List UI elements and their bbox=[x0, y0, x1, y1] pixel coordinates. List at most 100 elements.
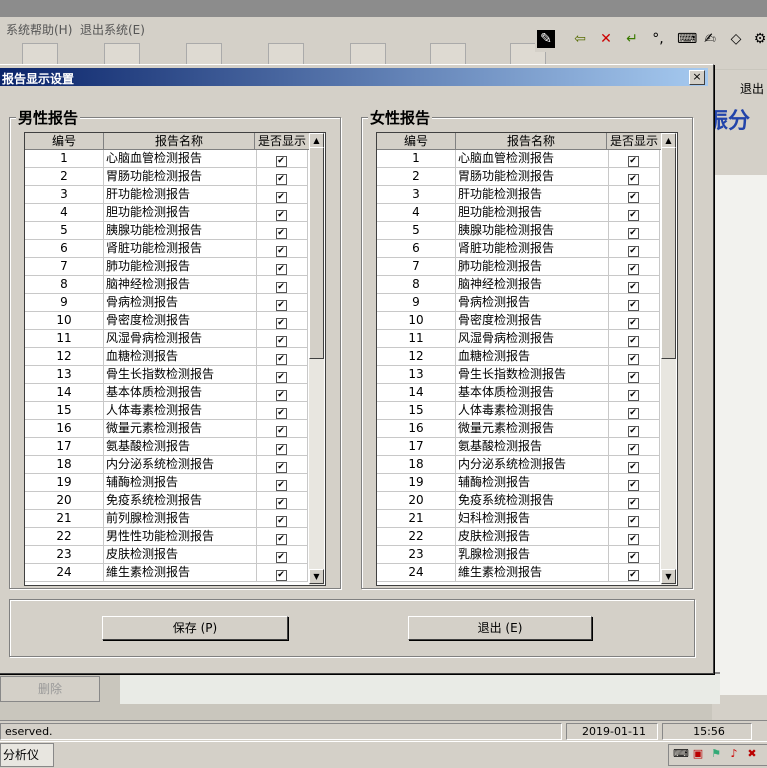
col-name[interactable]: 报告名称 bbox=[456, 133, 607, 150]
enter-icon[interactable]: ↵ bbox=[623, 30, 641, 48]
show-checkbox[interactable]: ✔ bbox=[275, 480, 287, 491]
col-name[interactable]: 报告名称 bbox=[104, 133, 255, 150]
table-row[interactable]: 22 男性性功能检测报告 ✔ bbox=[25, 528, 309, 546]
table-row[interactable]: 7 肺功能检测报告 ✔ bbox=[377, 258, 661, 276]
show-checkbox[interactable]: ✔ bbox=[275, 444, 287, 455]
show-checkbox[interactable]: ✔ bbox=[627, 336, 639, 347]
table-row[interactable]: 10 骨密度检测报告 ✔ bbox=[25, 312, 309, 330]
show-checkbox[interactable]: ✔ bbox=[275, 210, 287, 221]
show-checkbox[interactable]: ✔ bbox=[627, 174, 639, 185]
show-checkbox[interactable]: ✔ bbox=[275, 264, 287, 275]
col-show[interactable]: 是否显示 bbox=[607, 133, 662, 150]
show-checkbox[interactable]: ✔ bbox=[275, 426, 287, 437]
show-checkbox[interactable]: ✔ bbox=[275, 192, 287, 203]
volume-tray-icon[interactable]: ♪ bbox=[727, 747, 741, 761]
table-row[interactable]: 24 維生素检测报告 ✔ bbox=[25, 564, 309, 582]
scroll-down-icon[interactable]: ▼ bbox=[661, 569, 676, 584]
table-row[interactable]: 22 皮肤检测报告 ✔ bbox=[377, 528, 661, 546]
show-checkbox[interactable]: ✔ bbox=[627, 390, 639, 401]
table-row[interactable]: 21 前列腺检测报告 ✔ bbox=[25, 510, 309, 528]
table-row[interactable]: 14 基本体质检测报告 ✔ bbox=[25, 384, 309, 402]
male-scrollbar[interactable]: ▲ ▼ bbox=[309, 133, 324, 585]
table-row[interactable]: 3 肝功能检测报告 ✔ bbox=[377, 186, 661, 204]
app-tray-icon[interactable]: ▣ bbox=[691, 747, 705, 761]
table-row[interactable]: 8 脑神经检测报告 ✔ bbox=[25, 276, 309, 294]
table-row[interactable]: 17 氨基酸检测报告 ✔ bbox=[377, 438, 661, 456]
show-checkbox[interactable]: ✔ bbox=[275, 516, 287, 527]
show-checkbox[interactable]: ✔ bbox=[627, 300, 639, 311]
show-checkbox[interactable]: ✔ bbox=[627, 408, 639, 419]
table-row[interactable]: 14 基本体质检测报告 ✔ bbox=[377, 384, 661, 402]
show-checkbox[interactable]: ✔ bbox=[627, 246, 639, 257]
table-row[interactable]: 18 内分泌系统检测报告 ✔ bbox=[377, 456, 661, 474]
keyboard-tray-icon[interactable]: ⌨ bbox=[673, 747, 689, 761]
female-scrollbar[interactable]: ▲ ▼ bbox=[661, 133, 676, 585]
scroll-down-icon[interactable]: ▼ bbox=[309, 569, 324, 584]
show-checkbox[interactable]: ✔ bbox=[627, 444, 639, 455]
table-row[interactable]: 12 血糖检测报告 ✔ bbox=[377, 348, 661, 366]
show-checkbox[interactable]: ✔ bbox=[627, 192, 639, 203]
table-row[interactable]: 23 皮肤检测报告 ✔ bbox=[25, 546, 309, 564]
show-checkbox[interactable]: ✔ bbox=[627, 228, 639, 239]
table-row[interactable]: 16 微量元素检测报告 ✔ bbox=[377, 420, 661, 438]
table-row[interactable]: 4 胆功能检测报告 ✔ bbox=[25, 204, 309, 222]
taskbar-app-button[interactable]: 分析仪 bbox=[0, 743, 54, 767]
show-checkbox[interactable]: ✔ bbox=[275, 408, 287, 419]
table-row[interactable]: 9 骨病检测报告 ✔ bbox=[377, 294, 661, 312]
table-row[interactable]: 19 辅酶检测报告 ✔ bbox=[377, 474, 661, 492]
show-checkbox[interactable]: ✔ bbox=[275, 246, 287, 257]
shield-tray-icon[interactable]: ✖ bbox=[745, 747, 759, 761]
table-row[interactable]: 3 肝功能检测报告 ✔ bbox=[25, 186, 309, 204]
show-checkbox[interactable]: ✔ bbox=[627, 210, 639, 221]
table-row[interactable]: 13 骨生长指数检测报告 ✔ bbox=[377, 366, 661, 384]
show-checkbox[interactable]: ✔ bbox=[627, 318, 639, 329]
table-row[interactable]: 2 胃肠功能检测报告 ✔ bbox=[377, 168, 661, 186]
table-row[interactable]: 1 心脑血管检测报告 ✔ bbox=[377, 150, 661, 168]
show-checkbox[interactable]: ✔ bbox=[275, 462, 287, 473]
table-row[interactable]: 19 辅酶检测报告 ✔ bbox=[25, 474, 309, 492]
eraser-icon[interactable]: ◇ bbox=[727, 30, 745, 48]
delete-button[interactable]: 删除 bbox=[0, 676, 100, 702]
show-checkbox[interactable]: ✔ bbox=[627, 372, 639, 383]
table-row[interactable]: 20 免疫系统检测报告 ✔ bbox=[25, 492, 309, 510]
table-row[interactable]: 4 胆功能检测报告 ✔ bbox=[377, 204, 661, 222]
show-checkbox[interactable]: ✔ bbox=[275, 570, 287, 581]
table-row[interactable]: 1 心脑血管检测报告 ✔ bbox=[25, 150, 309, 168]
show-checkbox[interactable]: ✔ bbox=[275, 372, 287, 383]
scroll-thumb[interactable] bbox=[309, 147, 324, 359]
arrow-left-icon[interactable]: ⇦ bbox=[571, 30, 589, 48]
show-checkbox[interactable]: ✔ bbox=[275, 318, 287, 329]
table-row[interactable]: 9 骨病检测报告 ✔ bbox=[25, 294, 309, 312]
table-row[interactable]: 17 氨基酸检测报告 ✔ bbox=[25, 438, 309, 456]
table-row[interactable]: 10 骨密度检测报告 ✔ bbox=[377, 312, 661, 330]
show-checkbox[interactable]: ✔ bbox=[275, 354, 287, 365]
table-row[interactable]: 18 内分泌系统检测报告 ✔ bbox=[25, 456, 309, 474]
show-checkbox[interactable]: ✔ bbox=[275, 534, 287, 545]
show-checkbox[interactable]: ✔ bbox=[627, 462, 639, 473]
table-row[interactable]: 2 胃肠功能检测报告 ✔ bbox=[25, 168, 309, 186]
show-checkbox[interactable]: ✔ bbox=[627, 516, 639, 527]
col-num[interactable]: 编号 bbox=[377, 133, 456, 150]
dialog-titlebar[interactable]: 报告显示设置 × bbox=[0, 68, 708, 86]
ime-logo-icon[interactable]: ✎ bbox=[537, 30, 555, 48]
keyboard-icon[interactable]: ⌨ bbox=[677, 30, 697, 48]
table-row[interactable]: 21 妇科检测报告 ✔ bbox=[377, 510, 661, 528]
show-checkbox[interactable]: ✔ bbox=[627, 156, 639, 167]
menu-exit-system[interactable]: 退出系统(E) bbox=[80, 21, 145, 38]
menu-help[interactable]: 系统帮助(H) bbox=[6, 21, 72, 38]
show-checkbox[interactable]: ✔ bbox=[627, 354, 639, 365]
table-row[interactable]: 24 維生素检测报告 ✔ bbox=[377, 564, 661, 582]
scroll-up-icon[interactable]: ▲ bbox=[309, 133, 324, 148]
show-checkbox[interactable]: ✔ bbox=[275, 390, 287, 401]
show-checkbox[interactable]: ✔ bbox=[275, 300, 287, 311]
edit-icon[interactable]: ✍ bbox=[701, 30, 719, 48]
table-row[interactable]: 11 风湿骨病检测报告 ✔ bbox=[25, 330, 309, 348]
close-icon[interactable]: × bbox=[689, 70, 705, 85]
table-row[interactable]: 12 血糖检测报告 ✔ bbox=[25, 348, 309, 366]
show-checkbox[interactable]: ✔ bbox=[627, 264, 639, 275]
show-checkbox[interactable]: ✔ bbox=[627, 498, 639, 509]
show-checkbox[interactable]: ✔ bbox=[627, 480, 639, 491]
exit-top-label[interactable]: 退出 bbox=[740, 80, 764, 97]
show-checkbox[interactable]: ✔ bbox=[275, 336, 287, 347]
show-checkbox[interactable]: ✔ bbox=[275, 552, 287, 563]
